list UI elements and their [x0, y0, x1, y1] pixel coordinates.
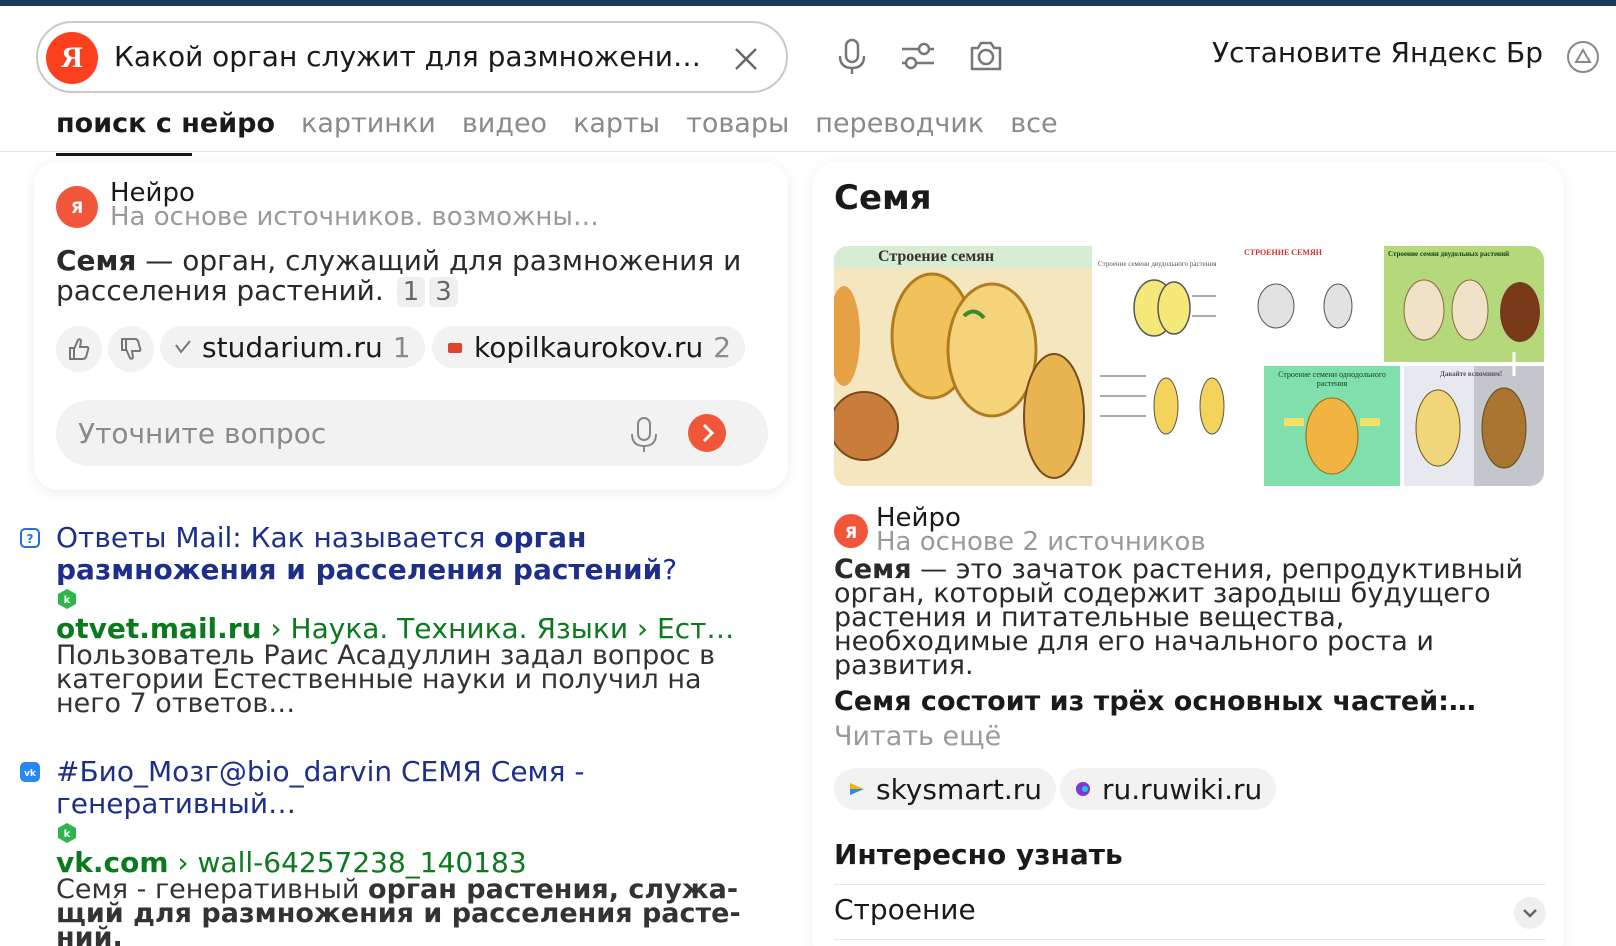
mail-answers-favicon-icon: ?	[20, 528, 40, 548]
result-snippet: Пользователь Раис Асадуллин задал вопрос…	[56, 640, 716, 719]
search-tabs: поиск с нейро картинки видео карты товар…	[56, 106, 1084, 156]
tabs-divider	[0, 151, 1616, 152]
camera-icon[interactable]	[966, 36, 1006, 76]
neuro-subtitle: На основе источников. возможны…	[110, 202, 599, 232]
result-title-tail: ?	[662, 553, 678, 586]
read-more-link[interactable]: Читать ещё	[834, 722, 1001, 752]
entity-side-panel: Семя Строение семян Строение семени двуд…	[812, 162, 1564, 946]
tab-translator[interactable]: переводчик	[815, 106, 984, 150]
skysmart-favicon-icon	[850, 783, 864, 795]
gallery-image[interactable]: Давайте вспомним!	[1404, 366, 1544, 486]
search-input[interactable]: Какой орган служит для размножения…	[114, 35, 714, 79]
source-num: 1	[392, 330, 411, 364]
refine-question-input[interactable]	[78, 414, 598, 452]
reference-number[interactable]: 3	[429, 277, 458, 307]
entity-title: Семя	[834, 178, 932, 218]
tab-maps[interactable]: карты	[573, 106, 660, 150]
image-caption: Строение семян	[878, 248, 995, 265]
gallery-image[interactable]: Строение семени однодольного растения	[1264, 366, 1400, 486]
side-neuro-subtitle: На основе 2 источников	[876, 527, 1206, 557]
seed-structure-illustration	[834, 246, 1092, 479]
chevron-down-icon[interactable]	[1514, 897, 1546, 929]
search-result: ? Ответы Mail: Как называется орган разм…	[20, 522, 760, 722]
search-box[interactable]: Я Какой орган служит для размножения…	[36, 21, 788, 93]
search-result: vk #Био_Мозг@bio_darvin СЕМЯ Семя - гене…	[20, 756, 760, 946]
svg-text:Я: Я	[845, 523, 857, 542]
neuro-answer-text: Семя — орган, служащий для размножения и…	[56, 246, 756, 307]
source-name: kopilkaurokov.ru	[474, 330, 704, 364]
studarium-favicon-icon	[175, 340, 191, 354]
result-title-link[interactable]: Ответы Mail: Как называется орган размно…	[56, 522, 756, 586]
gallery-image[interactable]: Строение семян	[834, 246, 1092, 486]
dislike-button[interactable]	[108, 326, 154, 372]
source-name: skysmart.ru	[876, 772, 1043, 806]
faq-item[interactable]: Строение	[834, 884, 1546, 940]
filters-icon[interactable]	[898, 36, 938, 76]
seed-diagram-illustration	[1257, 283, 1353, 329]
tab-products[interactable]: товары	[686, 106, 789, 150]
neuro-logo-icon: Я	[834, 514, 868, 548]
verified-badge-icon: k	[58, 823, 76, 843]
seed-parts-illustration	[1100, 375, 1225, 435]
svg-text:?: ?	[27, 532, 34, 546]
svg-text:k: k	[64, 595, 71, 606]
tab-neuro-search[interactable]: поиск с нейро	[56, 106, 275, 156]
source-num: 2	[713, 330, 732, 364]
ruwiki-favicon-icon	[1076, 782, 1090, 796]
image-caption: СТРОЕНИЕ СЕМЯН	[1244, 248, 1322, 257]
source-name: ru.ruwiki.ru	[1102, 772, 1263, 806]
svg-text:k: k	[64, 829, 71, 840]
source-chip-ruwiki[interactable]: ru.ruwiki.ru	[1060, 768, 1277, 810]
image-caption: Давайте вспомним!	[1440, 370, 1503, 378]
answer-body: — это зачаток растения, репродуктивный о…	[834, 554, 1524, 681]
microphone-icon[interactable]	[832, 36, 872, 76]
send-button[interactable]	[688, 414, 726, 452]
tab-images[interactable]: картинки	[301, 106, 436, 150]
tab-all[interactable]: все	[1010, 106, 1057, 150]
image-caption: Строение семян двудольных растений	[1388, 250, 1510, 258]
account-icon[interactable]	[1566, 40, 1600, 74]
image-caption: Строение семени двудольного растения	[1098, 260, 1217, 268]
gallery-image[interactable]: Строение семени двудольного растения	[1096, 246, 1236, 362]
source-chip-skysmart[interactable]: skysmart.ru	[834, 768, 1057, 810]
reference-number[interactable]: 1	[396, 277, 426, 307]
side-answer-text: Семя — это зачаток растения, репродуктив…	[834, 556, 1546, 679]
yandex-logo[interactable]: Я	[46, 32, 98, 84]
result-title-link[interactable]: #Био_Мозг@bio_darvin СЕМЯ Семя - генерат…	[56, 756, 756, 820]
like-button[interactable]	[56, 326, 102, 372]
answer-term: Семя	[56, 244, 137, 277]
neuro-answer-card: Я Нейро На основе источников. возможны… …	[34, 162, 788, 490]
seed-recall-illustration	[1415, 366, 1544, 486]
thumbs-up-icon	[69, 338, 90, 360]
image-gallery: Строение семян Строение семени двудольно…	[834, 246, 1544, 486]
clear-icon[interactable]	[726, 39, 766, 79]
source-chip-kopilkaurokov[interactable]: kopilkaurokov.ru 2	[432, 326, 746, 368]
side-parts-text: Семя состоит из трёх основных частей:…	[834, 688, 1476, 716]
result-snippet: Семя - генеративный орган растения, служ…	[56, 876, 756, 946]
image-caption: Строение семени однодольного растения	[1278, 370, 1386, 388]
source-name: studarium.ru	[202, 330, 383, 364]
more-images-plus-icon[interactable]	[1494, 344, 1534, 384]
vk-favicon-icon: vk	[20, 762, 40, 782]
neuro-logo-icon: Я	[56, 186, 98, 228]
install-browser-link[interactable]: Установите Яндекс Бр	[1212, 36, 1543, 69]
gallery-image[interactable]: СТРОЕНИЕ СЕМЯН	[1240, 246, 1380, 362]
interesting-title: Интересно узнать	[834, 838, 1123, 871]
thumbs-down-icon	[121, 338, 142, 360]
verified-badge-icon: k	[58, 589, 76, 609]
chevron-right-icon	[702, 423, 715, 443]
svg-text:vk: vk	[24, 769, 37, 779]
gallery-image[interactable]	[1096, 366, 1260, 486]
microphone-icon[interactable]	[624, 414, 664, 454]
top-accent-bar	[0, 0, 1616, 6]
result-title-text: Ответы Mail: Как называется	[56, 521, 495, 554]
svg-text:Я: Я	[71, 198, 83, 217]
refine-question-box	[56, 400, 768, 466]
faq-label: Строение	[834, 893, 976, 926]
tab-video[interactable]: видео	[462, 106, 547, 150]
source-chip-studarium[interactable]: studarium.ru 1	[160, 326, 425, 368]
kopilkaurokov-favicon-icon	[448, 343, 462, 353]
